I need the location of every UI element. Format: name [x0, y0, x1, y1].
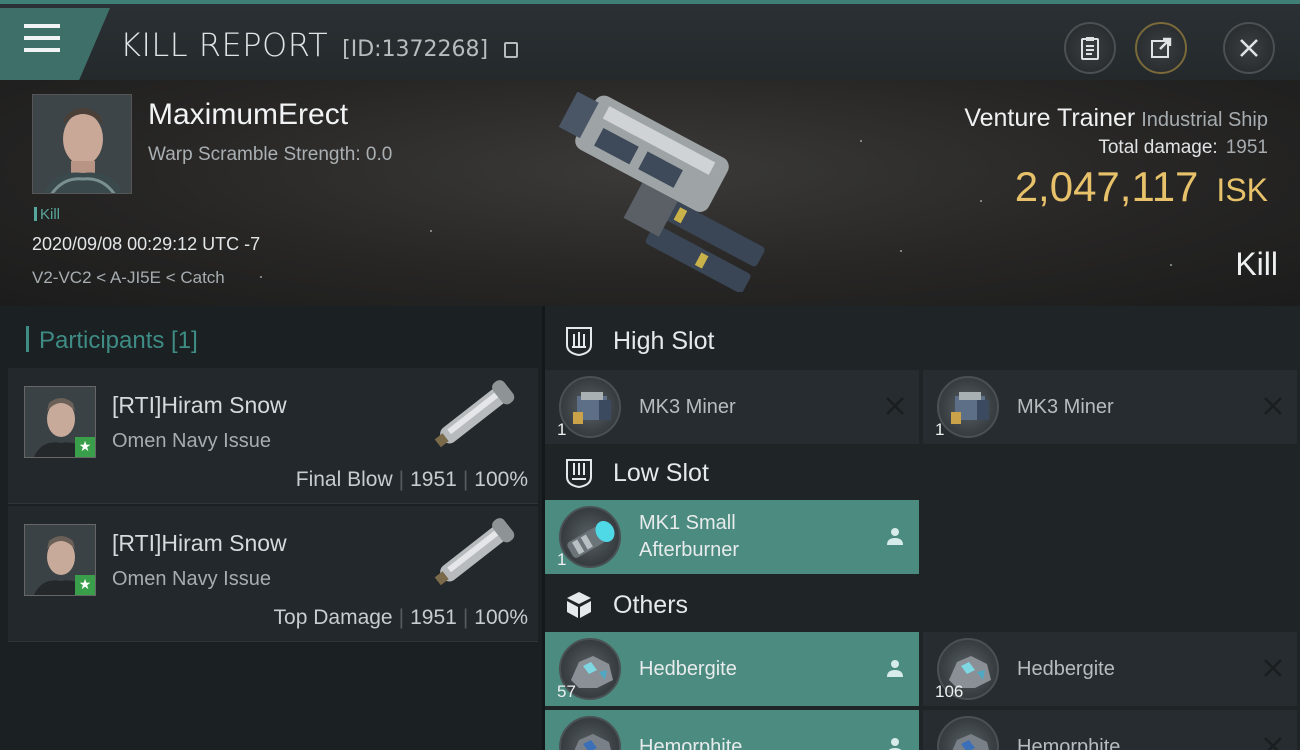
item-quantity: 1	[557, 550, 567, 569]
participant-percent: 100%	[474, 606, 528, 629]
afterburner-icon	[559, 506, 621, 568]
clipboard-button[interactable]	[1064, 22, 1116, 74]
low-slot-header: Low Slot	[545, 442, 1300, 504]
share-icon	[1151, 37, 1172, 58]
report-id: [ID:1372268]	[342, 37, 489, 62]
destroyed-icon	[1264, 737, 1282, 750]
item-name: Hemorphite	[639, 736, 743, 750]
ore-icon	[937, 716, 999, 750]
participant-role: Final Blow	[295, 468, 393, 491]
cargo-item[interactable]: Hemorphite	[545, 710, 919, 750]
high-slot-icon	[566, 327, 592, 357]
victim-banner: MaximumErect Warp Scramble Strength: 0.0…	[0, 80, 1300, 306]
destroyed-icon	[1264, 397, 1282, 415]
high-slot-title: High Slot	[613, 326, 715, 355]
kill-datetime: 2020/09/08 00:29:12 UTC -7	[32, 234, 261, 254]
isk-value: 2,047,117	[1014, 163, 1199, 210]
star-icon: ★	[75, 437, 95, 457]
cargo-item[interactable]: 57 Hedbergite	[545, 632, 919, 706]
participant-ship: Omen Navy Issue	[112, 430, 271, 452]
participant-name: [RTI]Hiram Snow	[112, 392, 287, 418]
participant-name: [RTI]Hiram Snow	[112, 530, 287, 556]
close-icon	[1240, 39, 1258, 57]
share-button[interactable]	[1135, 22, 1187, 74]
item-name: MK3 Miner	[639, 396, 736, 418]
others-header: Others	[545, 574, 1300, 636]
pilot-portrait-icon	[33, 95, 131, 193]
fitting-panel: High Slot 1 MK3 Miner 1 MK3 Miner Low Sl…	[545, 306, 1300, 750]
participant-percent: 100%	[474, 468, 528, 491]
destroyed-icon	[886, 397, 904, 415]
ship-info: Venture Trainer Industrial Ship Total dam…	[964, 104, 1268, 211]
destroyed-icon	[1264, 659, 1282, 677]
participant-ship: Omen Navy Issue	[112, 568, 271, 590]
participant-row[interactable]: ★ [RTI]Hiram Snow Omen Navy Issue Top Da…	[8, 506, 538, 642]
participant-damage: 1951	[410, 468, 457, 491]
low-slot-icon	[566, 459, 592, 489]
cargo-box-icon	[567, 592, 591, 618]
participant-stats: Final Blow | 1951 | 100%	[295, 468, 528, 491]
top-bar: KILL REPORT [ID:1372268]	[0, 0, 1300, 80]
total-damage-value: 1951	[1225, 137, 1268, 158]
item-name: Hedbergite	[1017, 658, 1115, 680]
copy-icon[interactable]	[504, 42, 519, 58]
miner-icon	[559, 376, 621, 438]
ship-name[interactable]: Venture Trainer	[964, 104, 1135, 132]
result-label: Kill	[1235, 246, 1278, 282]
kill-tag: Kill	[34, 206, 60, 223]
total-damage-label: Total damage:	[1098, 137, 1218, 158]
warp-scramble-text: Warp Scramble Strength: 0.0	[148, 144, 393, 165]
item-quantity: 1	[935, 420, 945, 439]
module-item[interactable]: 1 MK3 Miner	[923, 370, 1297, 444]
victim-name[interactable]: MaximumErect	[148, 98, 348, 132]
kill-location[interactable]: V2-VC2 < A-JI5E < Catch	[32, 268, 225, 288]
high-slot-header: High Slot	[545, 310, 1300, 372]
item-name-line-1: MK1 Small	[639, 512, 736, 534]
cargo-item[interactable]: Hemorphite	[923, 710, 1297, 750]
close-button[interactable]	[1223, 22, 1275, 74]
ship-image	[558, 92, 765, 292]
item-quantity: 1	[557, 420, 567, 439]
cargo-item[interactable]: 106 Hedbergite	[923, 632, 1297, 706]
title-area: KILL REPORT [ID:1372268]	[120, 26, 519, 64]
item-name: MK1 Small Afterburner	[639, 510, 739, 564]
person-icon	[887, 528, 903, 545]
clipboard-icon	[1081, 37, 1099, 60]
participant-role: Top Damage	[273, 606, 393, 629]
module-item[interactable]: 1 MK1 Small Afterburner	[545, 500, 919, 574]
module-item[interactable]: 1 MK3 Miner	[545, 370, 919, 444]
person-icon	[888, 738, 902, 750]
participants-panel: Participants [1] ★ [RTI]Hiram Snow Omen …	[0, 306, 542, 750]
participant-row[interactable]: ★ [RTI]Hiram Snow Omen Navy Issue Final …	[8, 368, 538, 504]
item-quantity: 57	[557, 682, 576, 701]
avatar: ★	[24, 524, 96, 596]
item-name: MK3 Miner	[1017, 396, 1114, 418]
victim-portrait[interactable]	[32, 94, 132, 194]
menu-icon[interactable]	[24, 24, 64, 58]
others-title: Others	[613, 590, 689, 619]
low-slot-title: Low Slot	[613, 458, 709, 487]
miner-icon	[937, 376, 999, 438]
page-title: KILL REPORT	[120, 26, 329, 64]
isk-unit: ISK	[1216, 172, 1268, 208]
ship-class: Industrial Ship	[1141, 109, 1268, 131]
item-quantity: 106	[935, 682, 964, 701]
participant-damage: 1951	[410, 606, 457, 629]
star-icon: ★	[75, 575, 95, 595]
avatar: ★	[24, 386, 96, 458]
ore-icon	[559, 716, 621, 750]
person-icon	[887, 660, 903, 677]
participant-ship-image	[434, 380, 515, 448]
item-name: Hedbergite	[639, 658, 737, 680]
item-name-line-2: Afterburner	[639, 539, 740, 561]
participant-stats: Top Damage | 1951 | 100%	[273, 606, 528, 629]
item-name: Hemorphite	[1017, 736, 1121, 750]
participant-ship-image	[434, 518, 515, 586]
participants-header: Participants [1]	[26, 326, 198, 355]
